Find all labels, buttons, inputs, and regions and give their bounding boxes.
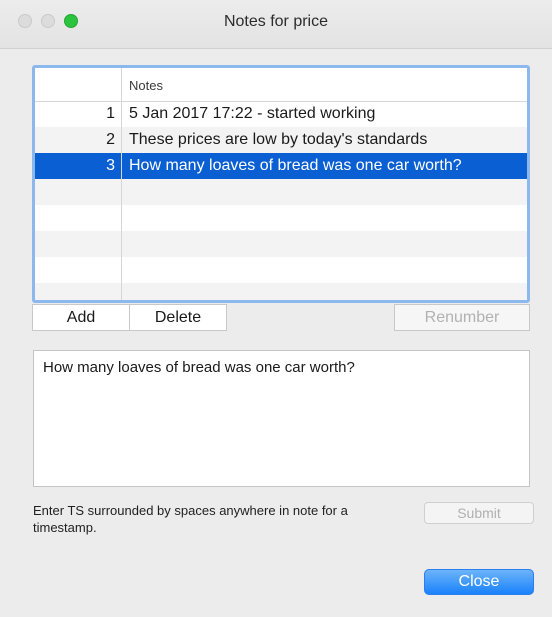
table-row[interactable]: [35, 231, 527, 257]
row-note-text: 5 Jan 2017 17:22 - started working: [129, 105, 376, 122]
table-row[interactable]: [35, 257, 527, 283]
add-button[interactable]: Add: [32, 304, 130, 331]
notes-column-header[interactable]: Notes: [129, 78, 163, 93]
table-row[interactable]: 3 How many loaves of bread was one car wo…: [35, 153, 527, 179]
column-divider: [121, 68, 122, 300]
submit-button[interactable]: Submit: [424, 502, 534, 524]
delete-button[interactable]: Delete: [129, 304, 227, 331]
table-header: Notes: [35, 68, 527, 102]
row-note-text: These prices are low by today's standard…: [129, 131, 428, 148]
notes-table[interactable]: Notes 1 5 Jan 2017 17:22 - started workin…: [32, 65, 530, 303]
table-row[interactable]: 1 5 Jan 2017 17:22 - started working: [35, 101, 527, 127]
table-row[interactable]: [35, 205, 527, 231]
row-number: 1: [106, 105, 115, 122]
row-number: 3: [106, 157, 115, 174]
close-button[interactable]: Close: [424, 569, 534, 595]
title-bar: Notes for price: [0, 0, 552, 49]
notes-dialog-window: Notes for price Notes 1 5 Jan 2017 17:22 …: [0, 0, 552, 617]
table-button-bar: Add Delete Renumber: [32, 304, 530, 331]
table-row[interactable]: 2 These prices are low by today's standar…: [35, 127, 527, 153]
window-title: Notes for price: [223, 13, 329, 30]
table-row[interactable]: [35, 283, 527, 300]
row-number: 2: [106, 131, 115, 148]
table-body: 1 5 Jan 2017 17:22 - started working 2 Thes…: [35, 101, 527, 300]
renumber-button[interactable]: Renumber: [394, 304, 530, 331]
table-row[interactable]: [35, 179, 527, 205]
note-editor[interactable]: How many loaves of bread was one car wor…: [33, 350, 530, 487]
row-note-text: How many loaves of bread was one car wor…: [129, 157, 462, 174]
timestamp-hint: Enter TS surrounded by spaces anywhere i…: [33, 503, 348, 535]
